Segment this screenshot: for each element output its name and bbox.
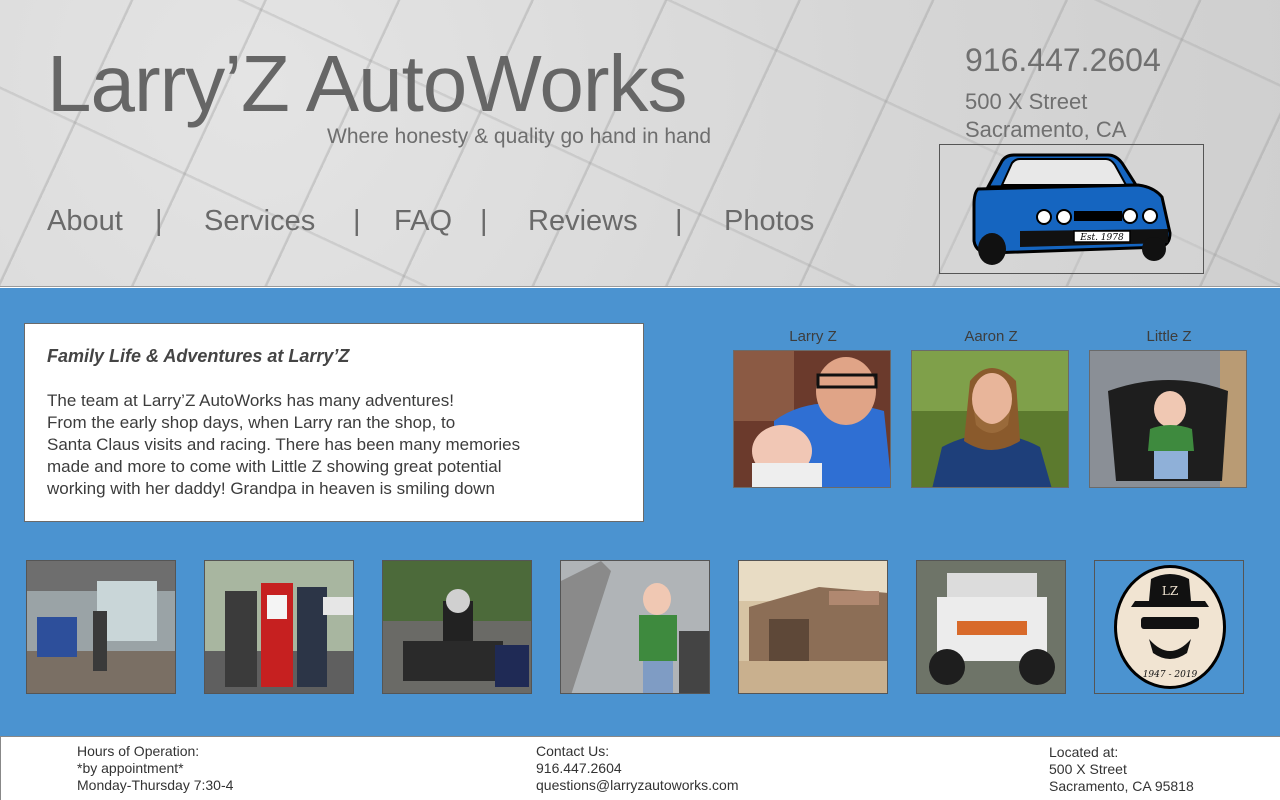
nav-item-faq[interactable]: FAQ — [394, 205, 452, 238]
story-line: From the early shop days, when Larry ran… — [47, 413, 456, 432]
team-member-aaron: Aaron Z — [911, 328, 1071, 488]
team-member-little-z: Little Z — [1089, 328, 1249, 488]
footer-location-line1: 500 X Street — [1049, 761, 1127, 777]
team-member-larry: Larry Z — [733, 328, 893, 488]
badge-initials: LZ — [1162, 584, 1178, 598]
team-member-name: Aaron Z — [964, 328, 1018, 345]
site-tagline: Where honesty & quality go hand in hand — [327, 125, 712, 148]
site-title[interactable]: Larry’Z AutoWorks — [47, 38, 687, 130]
story-line: made and more to come with Little Z show… — [47, 457, 502, 476]
gallery-photo-race-car-child[interactable] — [560, 560, 710, 694]
story-line: working with her daddy! Grandpa in heave… — [47, 479, 495, 498]
footer-hours-value: Monday-Thursday 7:30-4 — [77, 777, 234, 793]
gallery-photo-atv[interactable] — [382, 560, 532, 694]
footer-location: Located at: 500 X Street Sacramento, CA … — [1049, 744, 1194, 795]
nav-separator: | — [155, 205, 163, 237]
gallery-photo-race-truck[interactable] — [916, 560, 1066, 694]
team-photo-aaron[interactable] — [911, 350, 1069, 488]
header-address-line2: Sacramento, CA — [965, 117, 1127, 142]
footer-hours-note: *by appointment* — [77, 760, 184, 776]
footer-contact-email[interactable]: questions@larryzautoworks.com — [536, 777, 739, 794]
nav-separator: | — [480, 205, 488, 237]
footer-hours: Hours of Operation: *by appointment* Mon… — [77, 743, 233, 794]
story-card: Family Life & Adventures at Larry’Z The … — [24, 323, 644, 522]
footer-location-label: Located at: — [1049, 744, 1119, 760]
header-phone[interactable]: 916.447.2604 — [965, 42, 1161, 79]
nav-item-about[interactable]: About — [47, 205, 123, 238]
team-photo-little-z[interactable] — [1089, 350, 1247, 488]
gallery-logo-badge[interactable]: LZ 1947 - 2019 — [1094, 560, 1244, 694]
car-logo-image: Est. 1978 — [939, 144, 1204, 274]
story-title: Family Life & Adventures at Larry’Z — [47, 346, 350, 366]
footer-contact-phone[interactable]: 916.447.2604 — [536, 760, 739, 777]
story-line: The team at Larry’Z AutoWorks has many a… — [47, 391, 454, 410]
footer-contact-label: Contact Us: — [536, 743, 610, 759]
nav-item-photos[interactable]: Photos — [724, 205, 814, 238]
header-address-line1: 500 X Street — [965, 89, 1088, 114]
gallery-photo-old-shop[interactable] — [738, 560, 888, 694]
footer-hours-label: Hours of Operation: — [77, 743, 200, 759]
gallery-photo-shop[interactable] — [26, 560, 176, 694]
nav-item-services[interactable]: Services — [204, 205, 315, 238]
car-plate-text: Est. 1978 — [1079, 233, 1124, 243]
nav-item-reviews[interactable]: Reviews — [528, 205, 638, 238]
main-content: Family Life & Adventures at Larry’Z The … — [0, 288, 1280, 736]
team-member-name: Little Z — [1146, 328, 1192, 345]
team-photo-larry[interactable] — [733, 350, 891, 488]
gallery-photo-santa[interactable] — [204, 560, 354, 694]
nav-separator: | — [353, 205, 361, 237]
header-contact: 916.447.2604 500 X Street Sacramento, CA — [965, 42, 1161, 143]
footer-location-line2: Sacramento, CA 95818 — [1049, 778, 1194, 794]
nav-separator: | — [675, 205, 683, 237]
car-icon: Est. 1978 — [972, 153, 1172, 265]
badge-years: 1947 - 2019 — [1143, 670, 1198, 680]
site-header: Larry’Z AutoWorks Where honesty & qualit… — [0, 0, 1280, 287]
story-line: Santa Claus visits and racing. There has… — [47, 435, 521, 454]
team-member-name: Larry Z — [789, 328, 837, 345]
footer-contact: Contact Us: 916.447.2604 questions@larry… — [536, 743, 739, 794]
site-footer: Hours of Operation: *by appointment* Mon… — [0, 736, 1280, 800]
